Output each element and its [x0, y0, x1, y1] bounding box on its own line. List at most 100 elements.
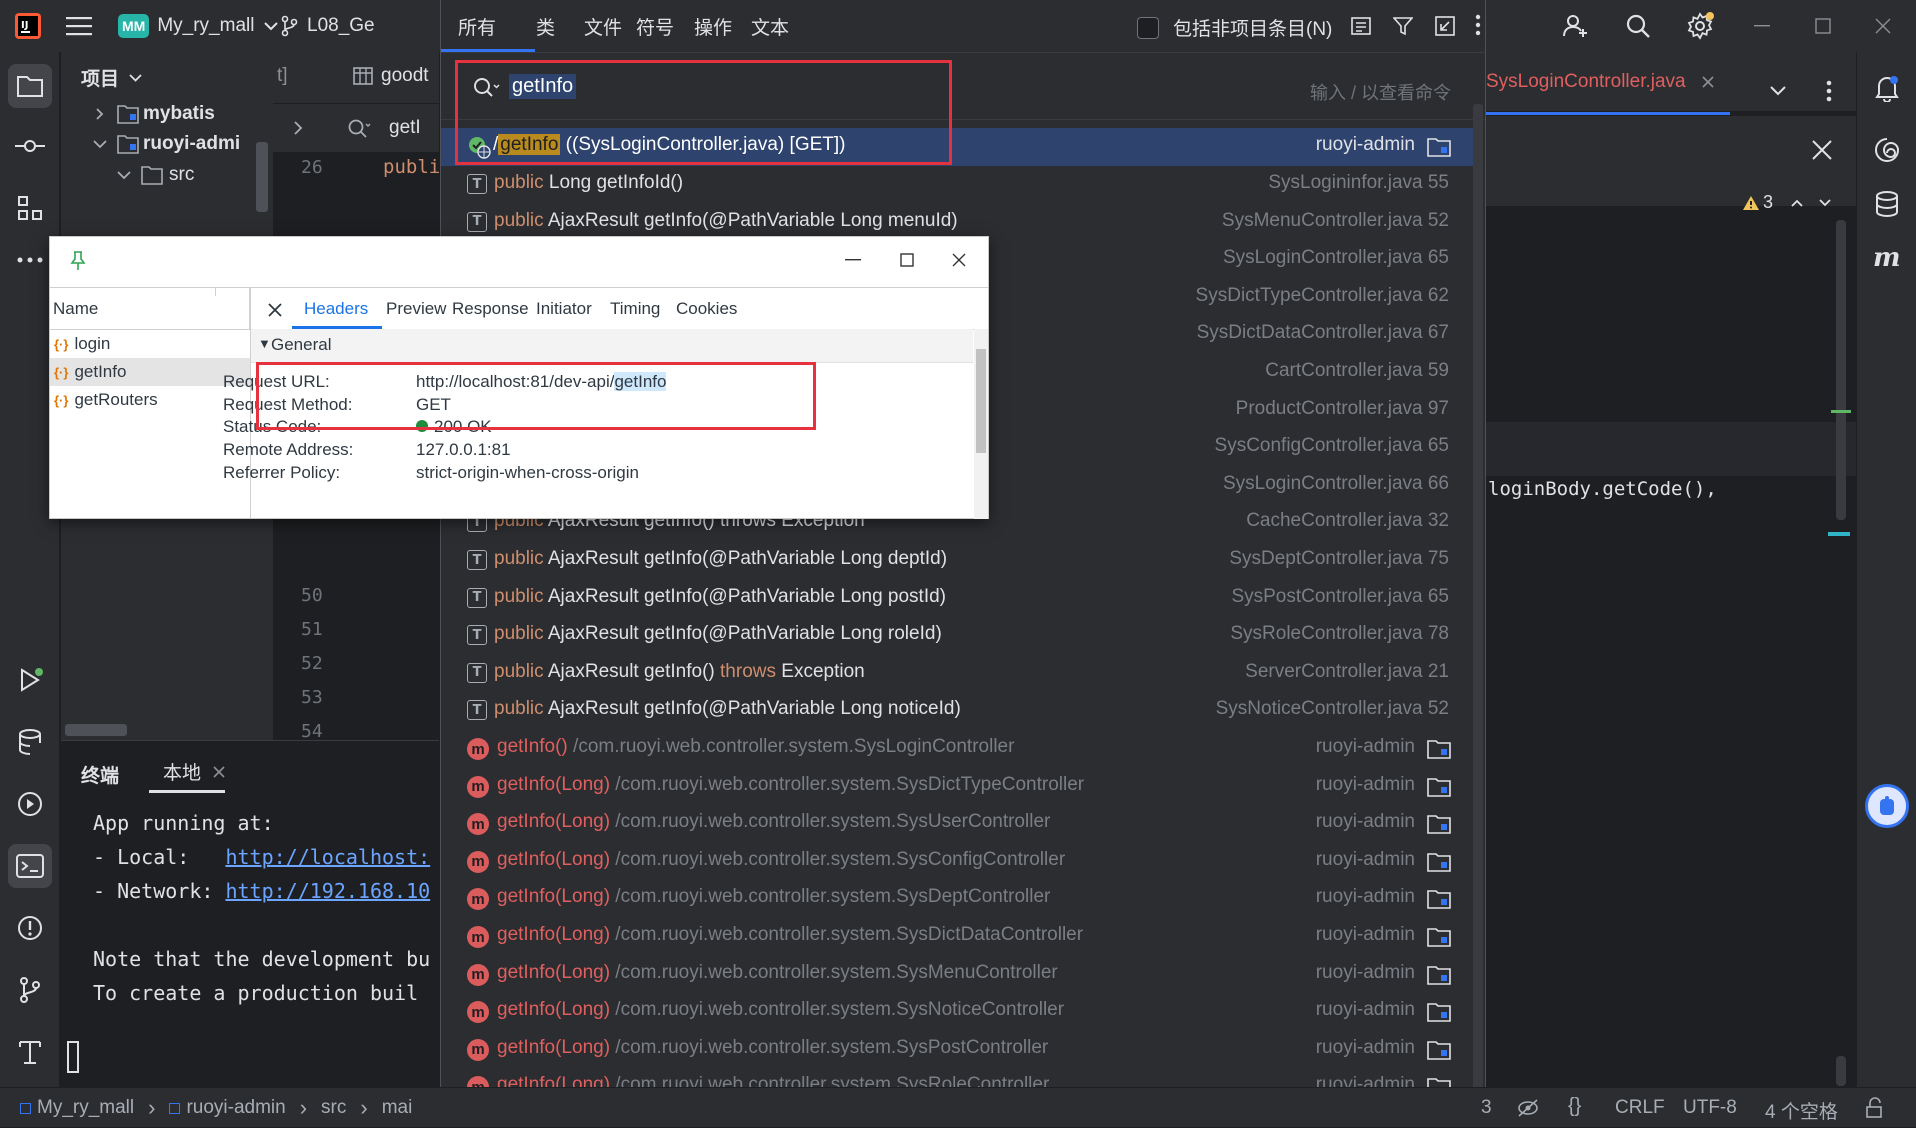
devtools-tab[interactable]: Initiator	[536, 289, 592, 329]
request-item[interactable]: {·} getRouters	[50, 386, 250, 414]
general-section-header[interactable]: ▼ General	[251, 329, 973, 363]
tab-partial[interactable]: t]	[277, 65, 288, 87]
inspection-widget[interactable]: 3	[1742, 192, 1831, 213]
terminal-tab-local[interactable]: 本地	[149, 753, 226, 793]
editor-h-scrollbar[interactable]	[1836, 1056, 1846, 1086]
result-row[interactable]: Tpublic Long getInfoId() SysLogininfor.ja…	[441, 166, 1473, 204]
name-column-header[interactable]: Name	[53, 299, 98, 319]
scope-tab[interactable]: 所有	[458, 0, 496, 52]
devtools-tab[interactable]: Timing	[610, 289, 660, 329]
tab-goodt[interactable]: goodt	[353, 65, 429, 87]
result-row[interactable]: m getInfo(Long) /com.ruoyi.web.controller…	[441, 993, 1473, 1031]
chevron-down-icon[interactable]	[1770, 86, 1786, 96]
more-tools-icon[interactable]	[8, 238, 52, 282]
scope-tab[interactable]: 操作	[694, 0, 732, 52]
more-vertical-icon[interactable]	[1475, 14, 1481, 36]
project-h-scrollbar[interactable]	[65, 724, 127, 736]
commit-icon[interactable]	[8, 124, 52, 168]
include-non-project-checkbox[interactable]: 包括非项目条目(N)	[1137, 14, 1332, 41]
result-row[interactable]: m getInfo(Long) /com.ruoyi.web.controller…	[441, 880, 1473, 918]
close-window-icon[interactable]	[1875, 0, 1891, 52]
result-row[interactable]: m getInfo() /com.ruoyi.web.controller.sys…	[441, 730, 1473, 768]
services-icon[interactable]	[8, 782, 52, 826]
tree-item-src[interactable]: src	[117, 160, 194, 190]
terminal-icon[interactable]	[8, 844, 52, 888]
scope-tab[interactable]: 文件	[584, 0, 622, 52]
more-vertical-icon[interactable]	[1826, 80, 1832, 102]
method-icon: m	[467, 850, 489, 873]
lock-icon[interactable]	[1864, 1097, 1886, 1119]
maven-icon[interactable]: m	[1865, 236, 1909, 280]
breadcrumb-item[interactable]: ruoyi-admin	[169, 1097, 286, 1119]
database-icon[interactable]	[1865, 182, 1909, 226]
pin-icon[interactable]	[70, 251, 86, 271]
tab-syslogincontroller[interactable]: SysLoginController.java	[1486, 52, 1714, 112]
maximize-icon[interactable]	[900, 253, 914, 267]
search-icon[interactable]	[1624, 0, 1652, 52]
indent-setting[interactable]: 4 个空格	[1765, 1097, 1838, 1124]
close-icon[interactable]	[1812, 140, 1832, 160]
devtools-tab[interactable]: Cookies	[676, 289, 737, 329]
git-icon[interactable]	[8, 968, 52, 1012]
structure-icon[interactable]	[8, 186, 52, 230]
scope-tab[interactable]: 文本	[751, 0, 789, 52]
terminal-link[interactable]: http://localhost:	[225, 845, 430, 869]
result-row[interactable]: Tpublic AjaxResult getInfo(@PathVariable…	[441, 542, 1473, 580]
request-item[interactable]: {·} login	[50, 330, 250, 358]
project-scrollbar[interactable]	[256, 142, 268, 212]
result-row[interactable]: Tpublic AjaxResult getInfo() throws Exce…	[441, 655, 1473, 693]
preview-icon[interactable]	[1351, 16, 1371, 36]
breadcrumb-item[interactable]: src	[321, 1097, 346, 1119]
scope-tab[interactable]: 类	[536, 0, 555, 52]
add-user-icon[interactable]	[1562, 0, 1590, 52]
line-separator[interactable]: CRLF	[1615, 1097, 1665, 1119]
problems-icon[interactable]	[8, 906, 52, 950]
result-row[interactable]: m getInfo(Long) /com.ruoyi.web.controller…	[441, 918, 1473, 956]
editor-scrollbar[interactable]	[1836, 220, 1846, 520]
tree-item-mybatis[interactable]: mybatis	[95, 99, 215, 129]
hide-preview-icon[interactable]	[1517, 1098, 1539, 1118]
result-row[interactable]: m getInfo(Long) /com.ruoyi.web.controller…	[441, 1031, 1473, 1069]
branch-selector[interactable]: L08_Ge	[280, 0, 375, 52]
open-in-window-icon[interactable]	[1435, 16, 1455, 36]
project-selector[interactable]: MM My_ry_mall	[118, 0, 279, 52]
result-row[interactable]: m getInfo(Long) /com.ruoyi.web.controller…	[441, 843, 1473, 881]
ai-assistant-icon[interactable]	[1865, 128, 1909, 172]
result-row[interactable]: Tpublic AjaxResult getInfo(@PathVariable…	[441, 692, 1473, 730]
project-panel-header[interactable]: 项目	[81, 64, 142, 91]
result-row[interactable]: Tpublic AjaxResult getInfo(@PathVariable…	[441, 617, 1473, 655]
terminal-link[interactable]: http://192.168.10	[225, 879, 430, 903]
minimize-icon[interactable]	[845, 259, 861, 261]
devtools-tab[interactable]: Headers	[304, 289, 368, 329]
close-icon[interactable]	[952, 253, 966, 267]
breadcrumb-item[interactable]: My_ry_mall	[20, 1097, 134, 1119]
maximize-icon[interactable]	[1815, 0, 1831, 52]
result-row[interactable]: m getInfo(Long) /com.ruoyi.web.controller…	[441, 956, 1473, 994]
file-encoding[interactable]: UTF-8	[1683, 1097, 1737, 1119]
endpoints-icon[interactable]	[8, 1030, 52, 1074]
braces-icon[interactable]: {}	[1568, 1095, 1581, 1118]
settings-icon[interactable]	[1685, 0, 1715, 52]
notifications-icon[interactable]	[1865, 66, 1909, 110]
result-row[interactable]: Tpublic AjaxResult getInfo(@PathVariable…	[441, 580, 1473, 618]
results-scrollbar[interactable]	[1473, 104, 1483, 1114]
breadcrumb-item[interactable]: mai	[382, 1097, 413, 1119]
result-row[interactable]: m getInfo(Long) /com.ruoyi.web.controller…	[441, 768, 1473, 806]
chevron-right-icon[interactable]	[293, 120, 303, 136]
devtools-tab[interactable]: Response	[452, 289, 529, 329]
scope-tab[interactable]: 符号	[636, 0, 674, 52]
close-icon[interactable]	[268, 303, 282, 317]
devtools-scrollbar-thumb[interactable]	[976, 349, 986, 453]
find-field[interactable]: getI	[389, 117, 421, 139]
result-row[interactable]: m getInfo(Long) /com.ruoyi.web.controller…	[441, 805, 1473, 843]
run-icon[interactable]	[8, 658, 52, 702]
devtools-tab[interactable]: Preview	[386, 289, 446, 329]
project-folder-icon[interactable]	[8, 64, 52, 108]
request-item[interactable]: {·} getInfo	[50, 358, 250, 386]
tree-item-ruoyi-admin[interactable]: ruoyi-admi	[93, 129, 240, 159]
filter-icon[interactable]	[1393, 16, 1413, 36]
database-icon[interactable]	[8, 720, 52, 764]
minimize-icon[interactable]	[1754, 0, 1770, 52]
floating-assistant-icon[interactable]	[1865, 784, 1909, 828]
main-menu-icon[interactable]	[66, 0, 92, 52]
